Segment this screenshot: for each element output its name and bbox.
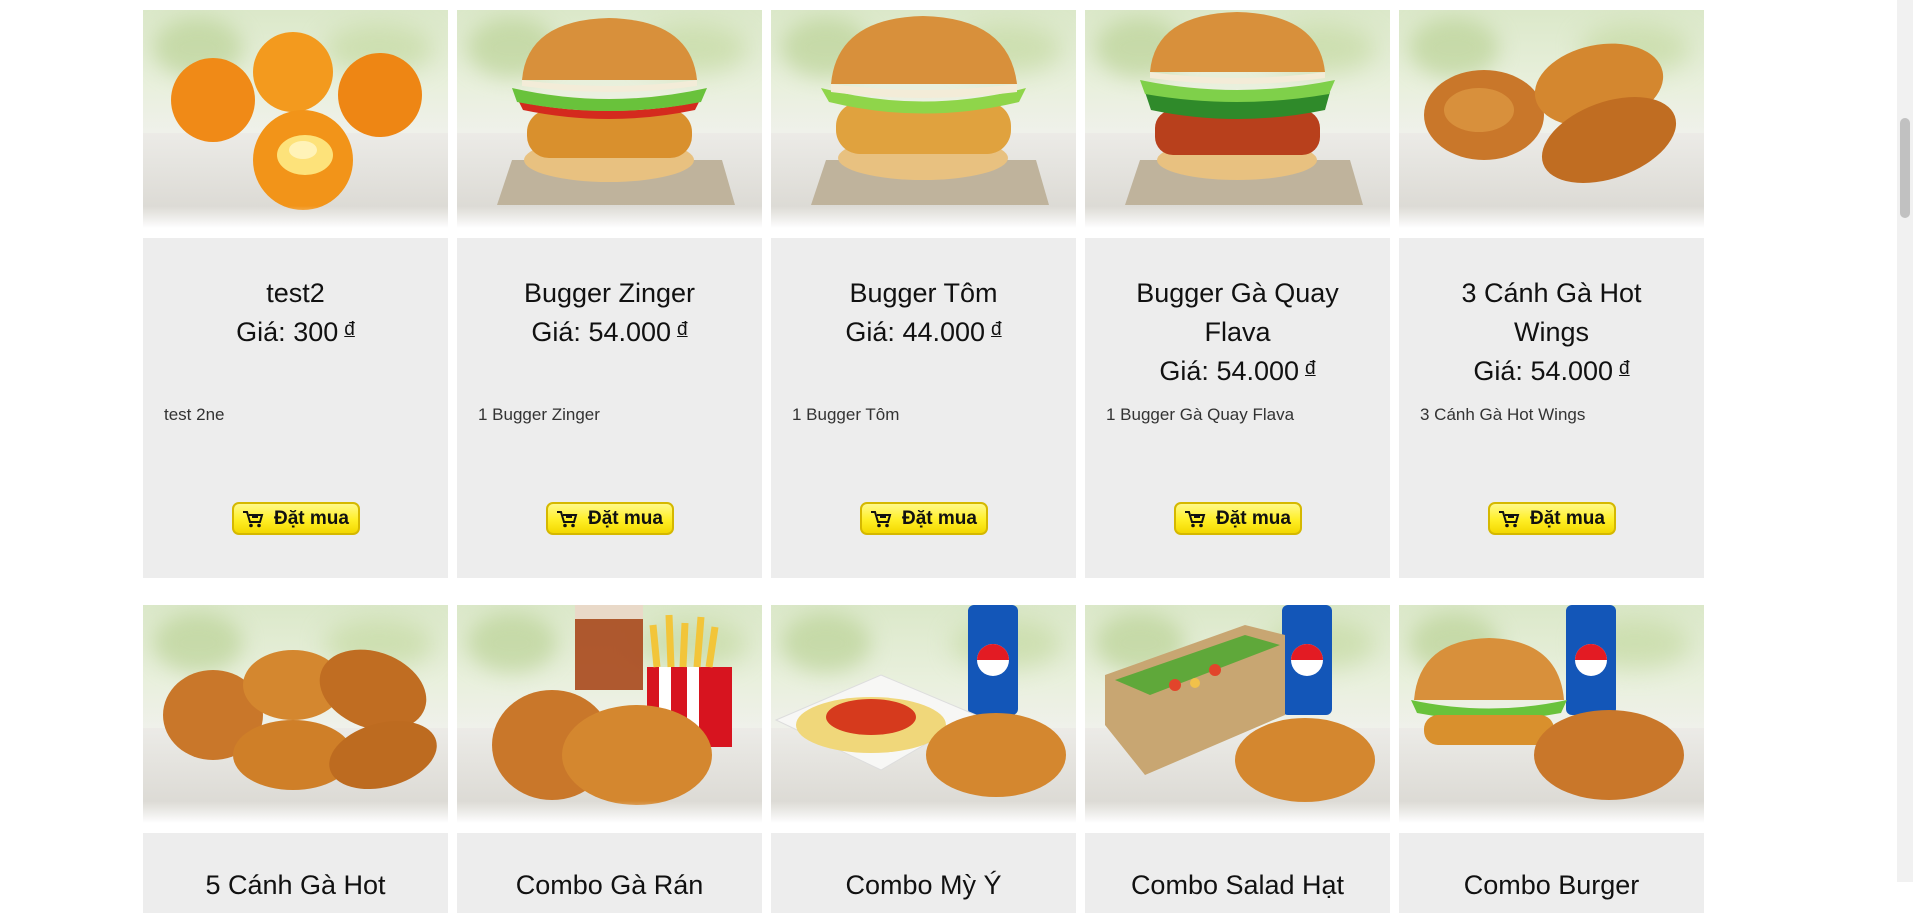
currency-symbol: đ: [344, 319, 355, 340]
product-description: 1 Bugger Zinger: [478, 405, 600, 424]
cheese-balls-photo[interactable]: [143, 10, 448, 228]
cart-icon: [242, 510, 264, 528]
flava-burger-photo[interactable]: [1085, 10, 1390, 228]
product-info: Bugger Tôm Giá: 44.000 đ 1 Bugger Tôm Đặt…: [771, 238, 1076, 578]
currency-symbol: đ: [1619, 358, 1630, 379]
price-value: 54.000: [1216, 356, 1300, 386]
product-card: Combo Mỳ Ý: [771, 580, 1076, 913]
currency-symbol: đ: [991, 319, 1002, 340]
buy-button[interactable]: Đặt mua: [231, 502, 360, 535]
product-description: 1 Bugger Tôm: [792, 405, 900, 424]
product-price: Giá: 300 đ: [143, 313, 448, 355]
product-name: 5 Cánh Gà Hot: [205, 870, 386, 900]
product-name: 3 Cánh Gà Hot Wings: [1461, 278, 1642, 347]
salad-combo-photo[interactable]: [1085, 605, 1390, 823]
product-description: test 2ne: [164, 405, 225, 424]
buy-button[interactable]: Đặt mua: [859, 502, 988, 535]
product-grid: test2 Giá: 300 đ test 2ne Đặt mua Bugger…: [143, 0, 1704, 913]
product-info: Bugger Gà Quay Flava Giá: 54.000 đ 1 Bugg…: [1085, 238, 1390, 578]
product-card: 5 Cánh Gà Hot: [143, 580, 448, 913]
cart-icon: [1498, 510, 1520, 528]
product-info: Combo Burger: [1399, 833, 1704, 913]
product-card: Combo Salad Hạt: [1085, 580, 1390, 913]
cart-icon: [556, 510, 578, 528]
price-value: 54.000: [1530, 356, 1614, 386]
product-card: Bugger Gà Quay Flava Giá: 54.000 đ 1 Bugg…: [1085, 0, 1390, 580]
buy-button[interactable]: Đặt mua: [1487, 502, 1616, 535]
product-info: Combo Gà Rán: [457, 833, 762, 913]
product-info: Combo Mỳ Ý: [771, 833, 1076, 913]
zinger-burger-photo[interactable]: [457, 10, 762, 228]
price-value: 300: [293, 317, 339, 347]
hot-wings-5-photo[interactable]: [143, 605, 448, 823]
product-info: test2 Giá: 300 đ test 2ne Đặt mua: [143, 238, 448, 578]
product-info: 3 Cánh Gà Hot Wings Giá: 54.000 đ 3 Cánh …: [1399, 238, 1704, 578]
price-prefix: Giá:: [1159, 356, 1209, 386]
product-card: Bugger Zinger Giá: 54.000 đ 1 Bugger Zing…: [457, 0, 762, 580]
buy-button-label: Đặt mua: [1216, 507, 1291, 529]
product-name: Bugger Gà Quay Flava: [1136, 278, 1339, 347]
product-price: Giá: 44.000 đ: [771, 313, 1076, 355]
product-description: 1 Bugger Gà Quay Flava: [1106, 405, 1295, 424]
buy-button-label: Đặt mua: [274, 507, 349, 529]
product-name: Bugger Zinger: [523, 278, 696, 308]
product-card: Bugger Tôm Giá: 44.000 đ 1 Bugger Tôm Đặt…: [771, 0, 1076, 580]
spaghetti-combo-photo[interactable]: [771, 605, 1076, 823]
buy-button-label: Đặt mua: [1530, 507, 1605, 529]
price-prefix: Giá:: [531, 317, 581, 347]
buy-button-label: Đặt mua: [588, 507, 663, 529]
product-name: Bugger Tôm: [849, 278, 998, 308]
cart-icon: [870, 510, 892, 528]
price-value: 54.000: [588, 317, 672, 347]
product-name: Combo Gà Rán: [515, 870, 704, 900]
price-prefix: Giá:: [1473, 356, 1523, 386]
shrimp-burger-photo[interactable]: [771, 10, 1076, 228]
product-card: test2 Giá: 300 đ test 2ne Đặt mua: [143, 0, 448, 580]
product-card: Combo Gà Rán: [457, 580, 762, 913]
product-info: Combo Salad Hạt: [1085, 833, 1390, 913]
buy-button[interactable]: Đặt mua: [1173, 502, 1302, 535]
product-name: Combo Mỳ Ý: [845, 870, 1002, 900]
product-price: Giá: 54.000 đ: [1399, 352, 1704, 394]
product-name: Combo Salad Hạt: [1130, 870, 1345, 900]
hot-wings-photo[interactable]: [1399, 10, 1704, 228]
vertical-scrollbar[interactable]: [1897, 0, 1913, 882]
product-card: 3 Cánh Gà Hot Wings Giá: 54.000 đ 3 Cánh …: [1399, 0, 1704, 580]
cart-icon: [1184, 510, 1206, 528]
fried-chicken-combo-photo[interactable]: [457, 605, 762, 823]
product-info: 5 Cánh Gà Hot: [143, 833, 448, 913]
product-price: Giá: 54.000 đ: [1085, 352, 1390, 394]
product-info: Bugger Zinger Giá: 54.000 đ 1 Bugger Zing…: [457, 238, 762, 578]
scrollbar-thumb[interactable]: [1900, 118, 1910, 218]
product-card: Combo Burger: [1399, 580, 1704, 913]
product-name: test2: [266, 278, 325, 308]
buy-button-label: Đặt mua: [902, 507, 977, 529]
price-value: 44.000: [902, 317, 986, 347]
currency-symbol: đ: [1305, 358, 1316, 379]
burger-combo-photo[interactable]: [1399, 605, 1704, 823]
product-name: Combo Burger: [1463, 870, 1640, 900]
product-price: Giá: 54.000 đ: [457, 313, 762, 355]
product-description: 3 Cánh Gà Hot Wings: [1420, 405, 1586, 424]
currency-symbol: đ: [677, 319, 688, 340]
buy-button[interactable]: Đặt mua: [545, 502, 674, 535]
price-prefix: Giá:: [236, 317, 286, 347]
price-prefix: Giá:: [845, 317, 895, 347]
